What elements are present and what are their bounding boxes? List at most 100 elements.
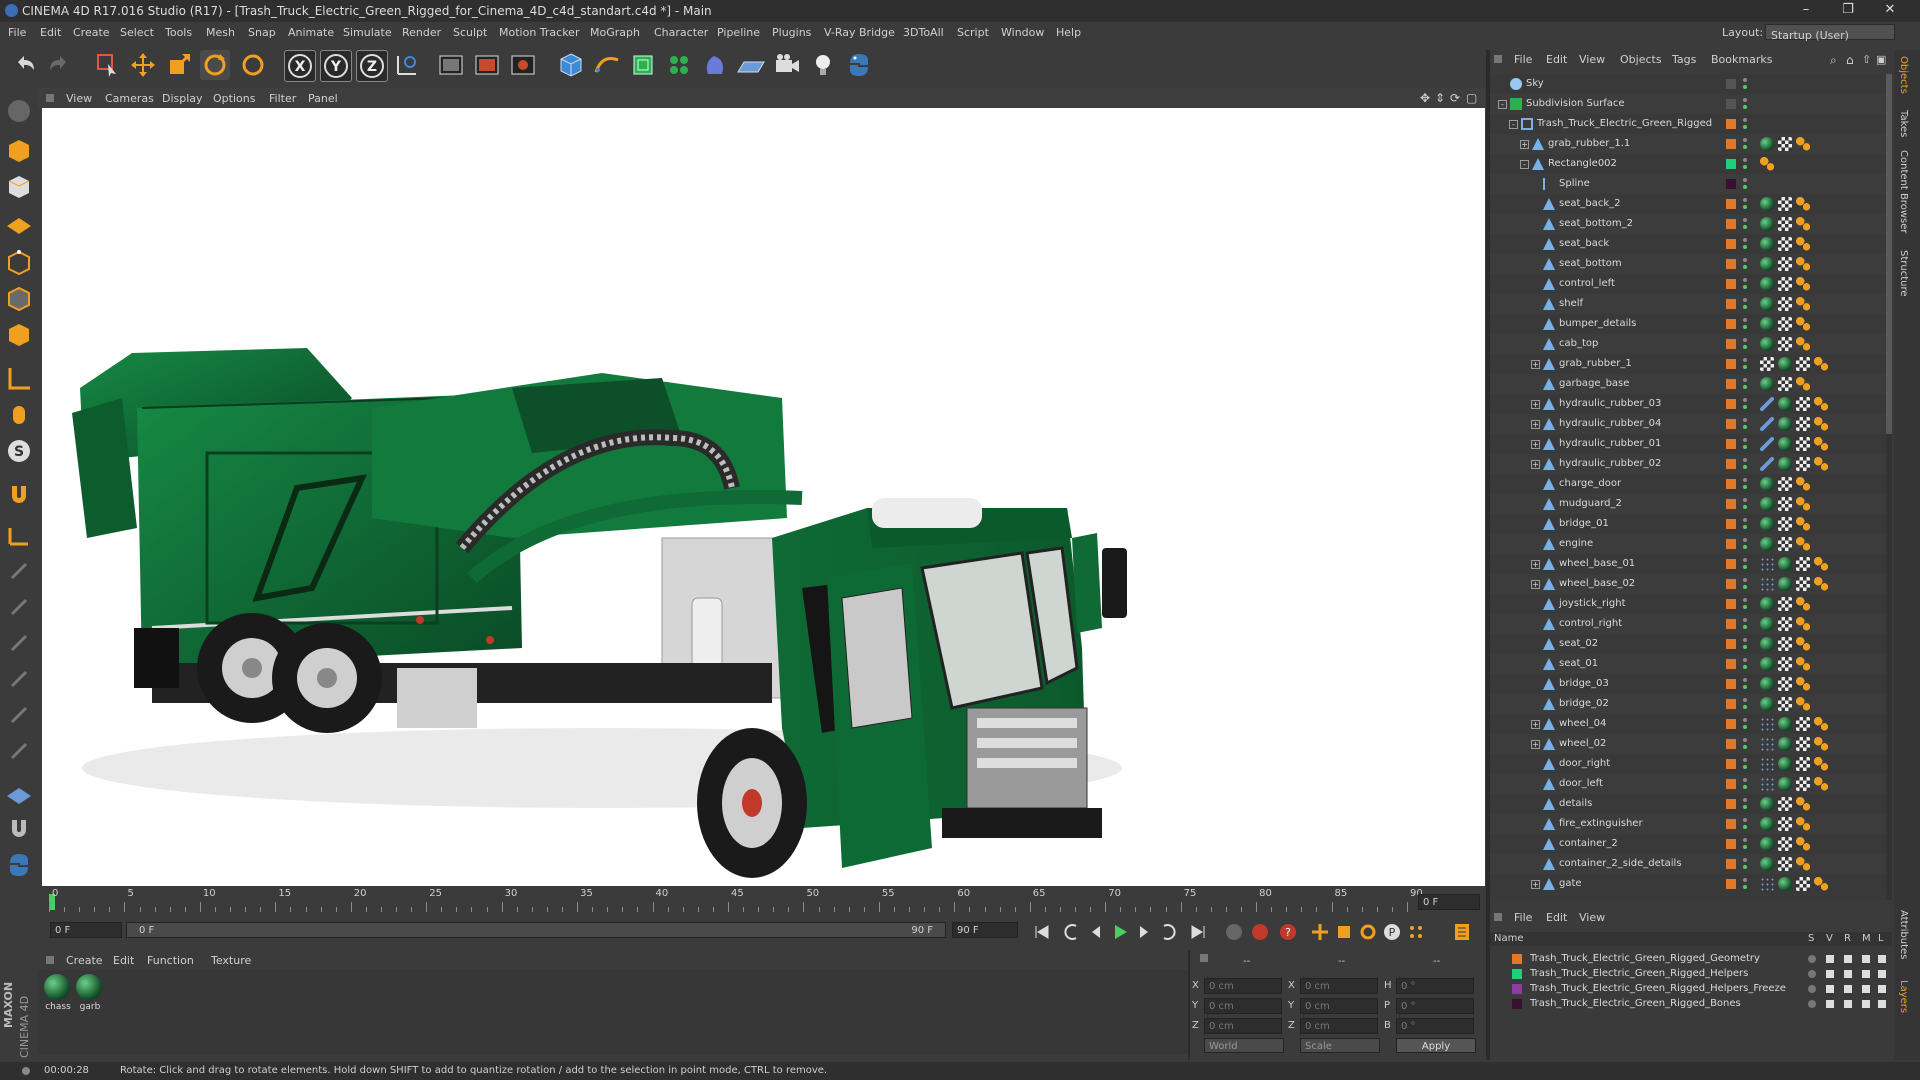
layer-color-swatch[interactable] xyxy=(1726,459,1736,469)
pos-z-field[interactable]: 0 cm xyxy=(1204,1018,1282,1034)
visibility-dots-icon[interactable] xyxy=(1741,617,1749,631)
expand-toggle-icon[interactable]: + xyxy=(1520,140,1529,149)
selection-tag-icon[interactable] xyxy=(1796,857,1810,871)
object-row[interactable]: shelf xyxy=(1490,294,1888,314)
viewport-menu-options[interactable]: Options xyxy=(213,92,255,105)
point-tag-icon[interactable] xyxy=(1760,737,1774,751)
object-up-icon[interactable]: ⇧ xyxy=(1862,53,1871,66)
visibility-dots-icon[interactable] xyxy=(1741,237,1749,251)
material-tag-icon[interactable] xyxy=(1778,577,1792,591)
visibility-dots-icon[interactable] xyxy=(1741,817,1749,831)
layer-color-swatch[interactable] xyxy=(1512,969,1522,979)
restore-button[interactable]: ❐ xyxy=(1830,2,1866,20)
menu-snap[interactable]: Snap xyxy=(248,26,276,39)
menu-create[interactable]: Create xyxy=(73,26,110,39)
uvw-tag-icon[interactable] xyxy=(1796,417,1810,431)
minimize-button[interactable]: – xyxy=(1788,2,1824,20)
uvw-tag-icon[interactable] xyxy=(1778,617,1792,631)
object-row[interactable]: + hydraulic_rubber_03 xyxy=(1490,394,1888,414)
uvw-tag-icon[interactable] xyxy=(1778,477,1792,491)
layer-color-swatch[interactable] xyxy=(1726,239,1736,249)
layer-color-swatch[interactable] xyxy=(1726,419,1736,429)
key-position-button[interactable] xyxy=(1310,922,1330,942)
material-tag-icon[interactable] xyxy=(1778,357,1792,371)
solo-toggle-icon[interactable] xyxy=(1808,1000,1816,1008)
expand-toggle-icon[interactable]: + xyxy=(1531,440,1540,449)
selection-tag-icon[interactable] xyxy=(1796,537,1810,551)
material-tag-icon[interactable] xyxy=(1760,537,1774,551)
timeline-ruler[interactable]: 0 5 10 15 20 25 30 35 40 45 50 55 60 65 70 75 80 85 90 0 F xyxy=(42,886,1485,916)
render-view-button[interactable] xyxy=(436,50,466,80)
material-menu-edit[interactable]: Edit xyxy=(113,954,134,967)
tab-content-browser[interactable]: Content Browser xyxy=(1898,150,1909,233)
uvw-tag-icon[interactable] xyxy=(1778,657,1792,671)
y-axis-button[interactable]: Y xyxy=(320,50,352,82)
selection-tag-icon[interactable] xyxy=(1796,237,1810,251)
menu-help[interactable]: Help xyxy=(1056,26,1081,39)
floor-button[interactable] xyxy=(736,50,766,80)
uvw-tag-icon[interactable] xyxy=(1760,357,1774,371)
selection-tag-icon[interactable] xyxy=(1814,737,1828,751)
object-row[interactable]: Sky xyxy=(1490,74,1888,94)
visibility-dots-icon[interactable] xyxy=(1741,737,1749,751)
layer-color-swatch[interactable] xyxy=(1726,599,1736,609)
key-scale-button[interactable] xyxy=(1334,922,1354,942)
record-keys-button[interactable] xyxy=(1224,922,1244,942)
go-to-start-button[interactable] xyxy=(1032,922,1052,942)
layer-row[interactable]: Trash_Truck_Electric_Green_Rigged_Geomet… xyxy=(1490,952,1892,967)
cube-primitive-button[interactable] xyxy=(556,50,586,80)
visibility-dots-icon[interactable] xyxy=(1741,257,1749,271)
selection-tag-icon[interactable] xyxy=(1796,817,1810,831)
menu-mesh[interactable]: Mesh xyxy=(206,26,235,39)
viewport-dolly-icon[interactable]: ⇕ xyxy=(1435,91,1445,105)
render-toggle-icon[interactable] xyxy=(1844,955,1852,963)
layer-color-swatch[interactable] xyxy=(1726,279,1736,289)
expand-toggle-icon[interactable]: - xyxy=(1498,100,1507,109)
menu-vray-bridge[interactable]: V-Ray Bridge xyxy=(824,26,895,39)
next-key-button[interactable] xyxy=(1158,922,1178,942)
material-tag-icon[interactable] xyxy=(1760,137,1774,151)
expand-toggle-icon[interactable]: + xyxy=(1531,460,1540,469)
point-tag-icon[interactable] xyxy=(1760,777,1774,791)
manager-toggle-icon[interactable] xyxy=(1862,955,1870,963)
layer-color-swatch[interactable] xyxy=(1726,359,1736,369)
layer-color-swatch[interactable] xyxy=(1726,79,1736,89)
ik-tag-icon[interactable] xyxy=(1760,457,1774,471)
selection-tag-icon[interactable] xyxy=(1814,717,1828,731)
object-row[interactable]: bridge_03 xyxy=(1490,674,1888,694)
play-button[interactable] xyxy=(1110,922,1130,942)
object-row[interactable]: + hydraulic_rubber_04 xyxy=(1490,414,1888,434)
material-tag-icon[interactable] xyxy=(1778,717,1792,731)
menu-edit[interactable]: Edit xyxy=(40,26,61,39)
selection-tag-icon[interactable] xyxy=(1814,357,1828,371)
object-collapse-icon[interactable]: ▣ xyxy=(1876,53,1886,66)
ik-tag-icon[interactable] xyxy=(1760,417,1774,431)
point-tag-icon[interactable] xyxy=(1760,877,1774,891)
object-row[interactable]: engine xyxy=(1490,534,1888,554)
layer-menu-edit[interactable]: Edit xyxy=(1546,911,1567,924)
uvw-tag-icon[interactable] xyxy=(1796,437,1810,451)
visibility-dots-icon[interactable] xyxy=(1741,437,1749,451)
material-tag-icon[interactable] xyxy=(1760,857,1774,871)
material-tag-icon[interactable] xyxy=(1778,437,1792,451)
rotate-tool-button[interactable] xyxy=(200,50,230,80)
visibility-dots-icon[interactable] xyxy=(1741,477,1749,491)
visibility-dots-icon[interactable] xyxy=(1741,757,1749,771)
menu-pipeline[interactable]: Pipeline xyxy=(717,26,760,39)
material-tag-icon[interactable] xyxy=(1760,837,1774,851)
selection-tag-icon[interactable] xyxy=(1814,557,1828,571)
visibility-dots-icon[interactable] xyxy=(1741,697,1749,711)
live-selection-button[interactable] xyxy=(92,50,122,80)
workplane-mode-button[interactable] xyxy=(4,208,34,238)
coordinate-mode-dropdown[interactable]: World xyxy=(1204,1038,1284,1053)
uvw-tag-icon[interactable] xyxy=(1778,597,1792,611)
panel-divider[interactable] xyxy=(1188,950,1190,1060)
object-row[interactable]: door_right xyxy=(1490,754,1888,774)
material-tag-icon[interactable] xyxy=(1760,677,1774,691)
uvw-tag-icon[interactable] xyxy=(1778,837,1792,851)
texture-mode-button[interactable] xyxy=(4,172,34,202)
menu-window[interactable]: Window xyxy=(1001,26,1044,39)
object-row[interactable]: seat_02 xyxy=(1490,634,1888,654)
make-editable-button[interactable] xyxy=(4,96,34,126)
object-row[interactable]: seat_back xyxy=(1490,234,1888,254)
